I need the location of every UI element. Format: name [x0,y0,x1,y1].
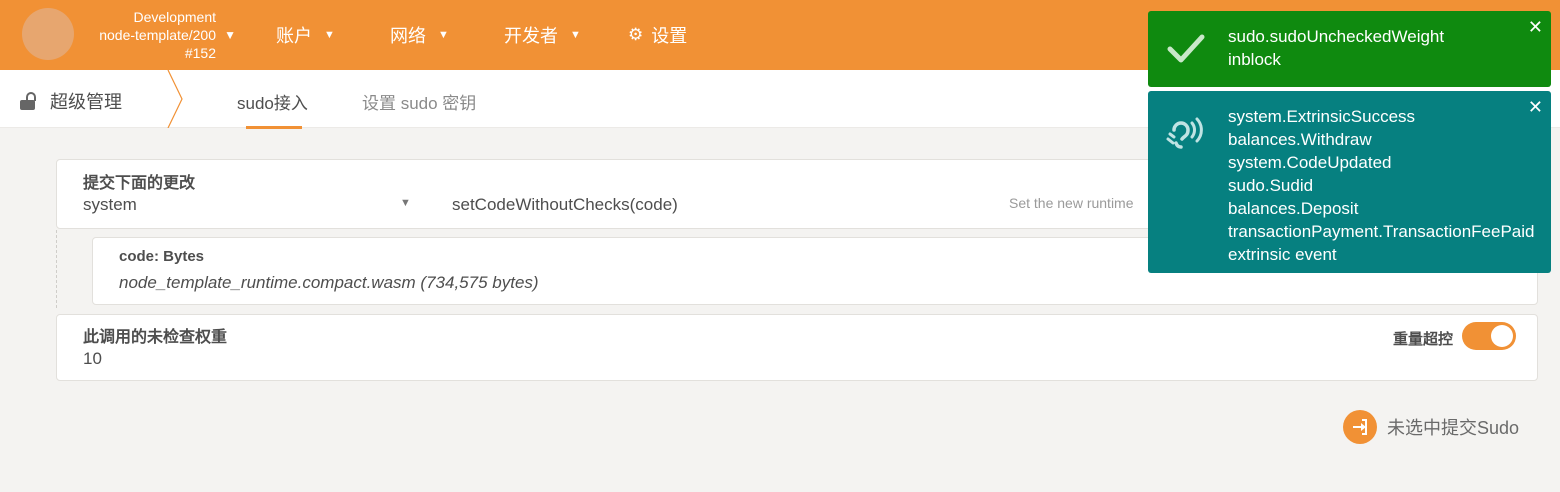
breadcrumb-separator [167,70,183,128]
chain-info-text: Development node-template/200 #152 [99,8,216,62]
file-upload-field[interactable]: node_template_runtime.compact.wasm (734,… [119,273,539,293]
event-line: sudo.Sudid [1228,176,1314,195]
chevron-down-icon: ▼ [570,29,581,41]
nav-developer[interactable]: 开发者 ▼ [504,22,581,48]
module-select[interactable]: system [83,195,137,215]
weight-card: 此调用的未检查权重 10 重量超控 [56,314,1538,381]
section-title: 超级管理 [20,88,122,114]
nav-accounts-label: 账户 [276,26,312,46]
tab-set-sudo-key[interactable]: 设置 sudo 密钥 [362,89,476,114]
chevron-down-icon: ▼ [438,29,449,41]
event-line: transactionPayment.TransactionFeePaid [1228,222,1535,241]
toast-success-text: sudo.sudoUncheckedWeight inblock [1228,25,1444,71]
active-tab-indicator [246,126,302,129]
toast-events-status: extrinsic event [1228,245,1337,264]
chain-block: #152 [184,45,216,61]
check-icon [1167,34,1205,63]
gear-icon: ⚙ [628,25,644,44]
param-indent-line [56,230,57,308]
toast-success-status: inblock [1228,50,1281,69]
method-select[interactable]: setCodeWithoutChecks(code) [452,195,678,215]
weight-override-label: 重量超控 [1393,331,1454,348]
nav-settings-label: 设置 [651,26,688,46]
weight-input[interactable]: 10 [83,349,102,369]
nav-developer-label: 开发者 [504,26,558,46]
section-title-label: 超级管理 [50,92,122,112]
nav-network[interactable]: 网络 ▼ [390,22,449,48]
param-label: code: Bytes [119,248,205,265]
nav-settings[interactable]: ⚙ 设置 [628,22,687,48]
event-line: balances.Deposit [1228,199,1359,218]
weight-label: 此调用的未检查权重 [83,329,228,346]
chain-runtime: node-template/200 [99,27,216,43]
submit-sudo-button[interactable]: 未选中提交Sudo [1343,410,1519,444]
event-line: system.ExtrinsicSuccess [1228,107,1416,126]
toggle-knob [1491,325,1513,347]
weight-override-toggle[interactable] [1462,322,1516,350]
event-line: system.CodeUpdated [1228,153,1392,172]
submit-sudo-label: 未选中提交Sudo [1387,418,1520,438]
chevron-down-icon: ▼ [400,197,411,209]
event-line: balances.Withdraw [1228,130,1372,149]
chevron-down-icon: ▼ [224,28,236,42]
chain-logo [22,8,74,60]
ear-listen-icon [1166,117,1203,149]
unlock-icon [20,92,36,110]
chain-name: Development [133,9,217,25]
toast-success: sudo.sudoUncheckedWeight inblock ✕ [1148,11,1551,87]
method-description: Set the new runtime [1009,195,1134,211]
chevron-down-icon: ▼ [324,29,335,41]
toast-events: system.ExtrinsicSuccess balances.Withdra… [1148,91,1551,273]
toast-success-method: sudo.sudoUncheckedWeight [1228,27,1445,46]
close-icon[interactable]: ✕ [1528,97,1543,118]
nav-network-label: 网络 [390,26,426,46]
nav-accounts[interactable]: 账户 ▼ [276,22,335,48]
chain-selector[interactable]: Development node-template/200 #152 ▼ [16,6,246,64]
tab-sudo-access[interactable]: sudo接入 [237,89,308,114]
close-icon[interactable]: ✕ [1528,17,1543,38]
toast-events-text: system.ExtrinsicSuccess balances.Withdra… [1228,105,1534,266]
sign-in-icon [1343,410,1377,444]
extrinsic-title: 提交下面的更改 [83,175,196,192]
